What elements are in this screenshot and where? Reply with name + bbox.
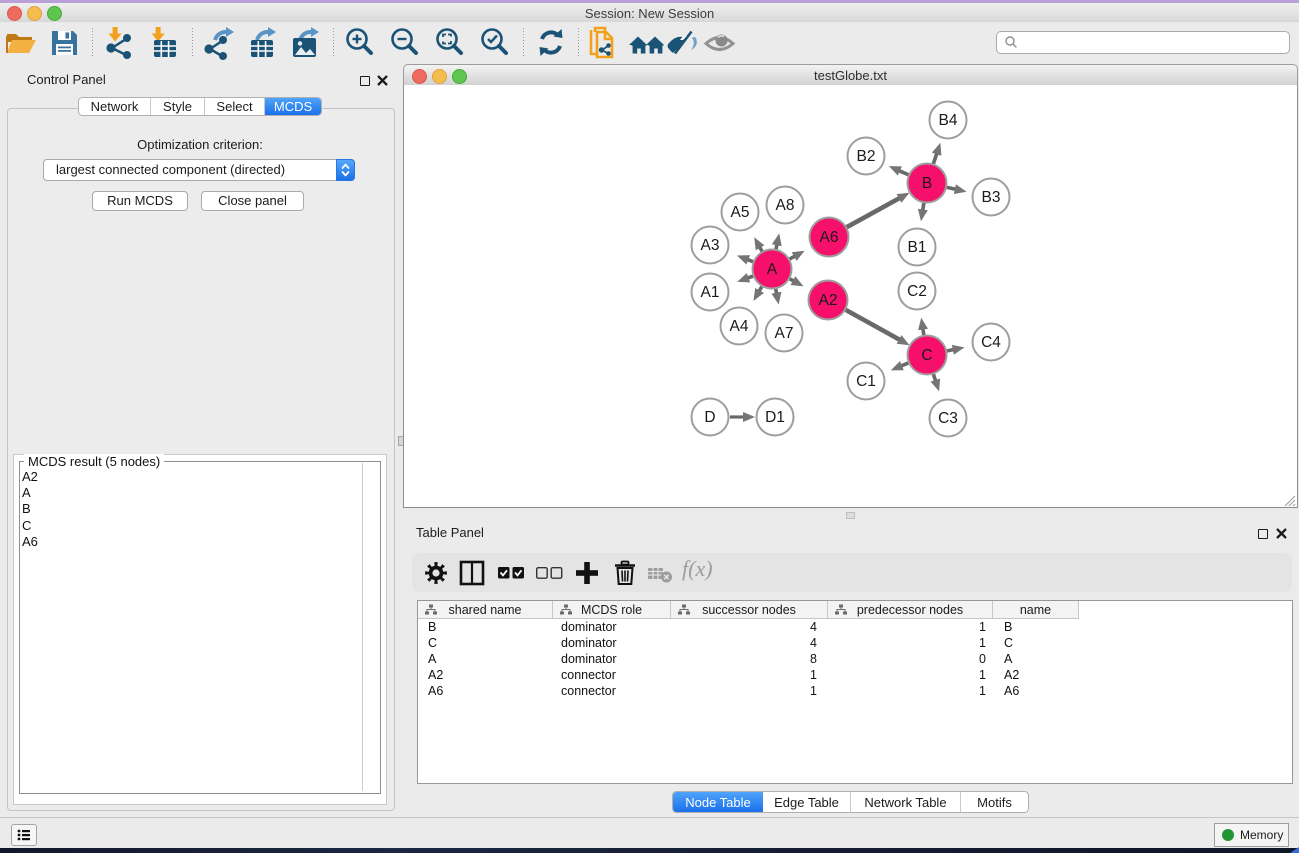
svg-text:C: C	[921, 347, 932, 364]
svg-text:A: A	[767, 261, 778, 278]
svg-text:D: D	[704, 409, 715, 426]
svg-text:B4: B4	[939, 112, 958, 129]
svg-text:A1: A1	[701, 284, 720, 301]
svg-text:A3: A3	[701, 237, 720, 254]
svg-text:C4: C4	[981, 334, 1001, 351]
svg-text:B: B	[922, 175, 932, 192]
svg-text:B2: B2	[857, 148, 876, 165]
svg-text:B1: B1	[908, 239, 927, 256]
svg-text:B3: B3	[982, 189, 1001, 206]
svg-text:C2: C2	[907, 283, 927, 300]
svg-text:A6: A6	[820, 229, 839, 246]
svg-text:A5: A5	[731, 204, 750, 221]
svg-text:D1: D1	[765, 409, 785, 426]
svg-text:A8: A8	[776, 197, 795, 214]
svg-text:C3: C3	[938, 410, 958, 427]
svg-text:A2: A2	[819, 292, 838, 309]
svg-text:A4: A4	[730, 318, 749, 335]
svg-text:A7: A7	[775, 325, 794, 342]
svg-text:C1: C1	[856, 373, 876, 390]
